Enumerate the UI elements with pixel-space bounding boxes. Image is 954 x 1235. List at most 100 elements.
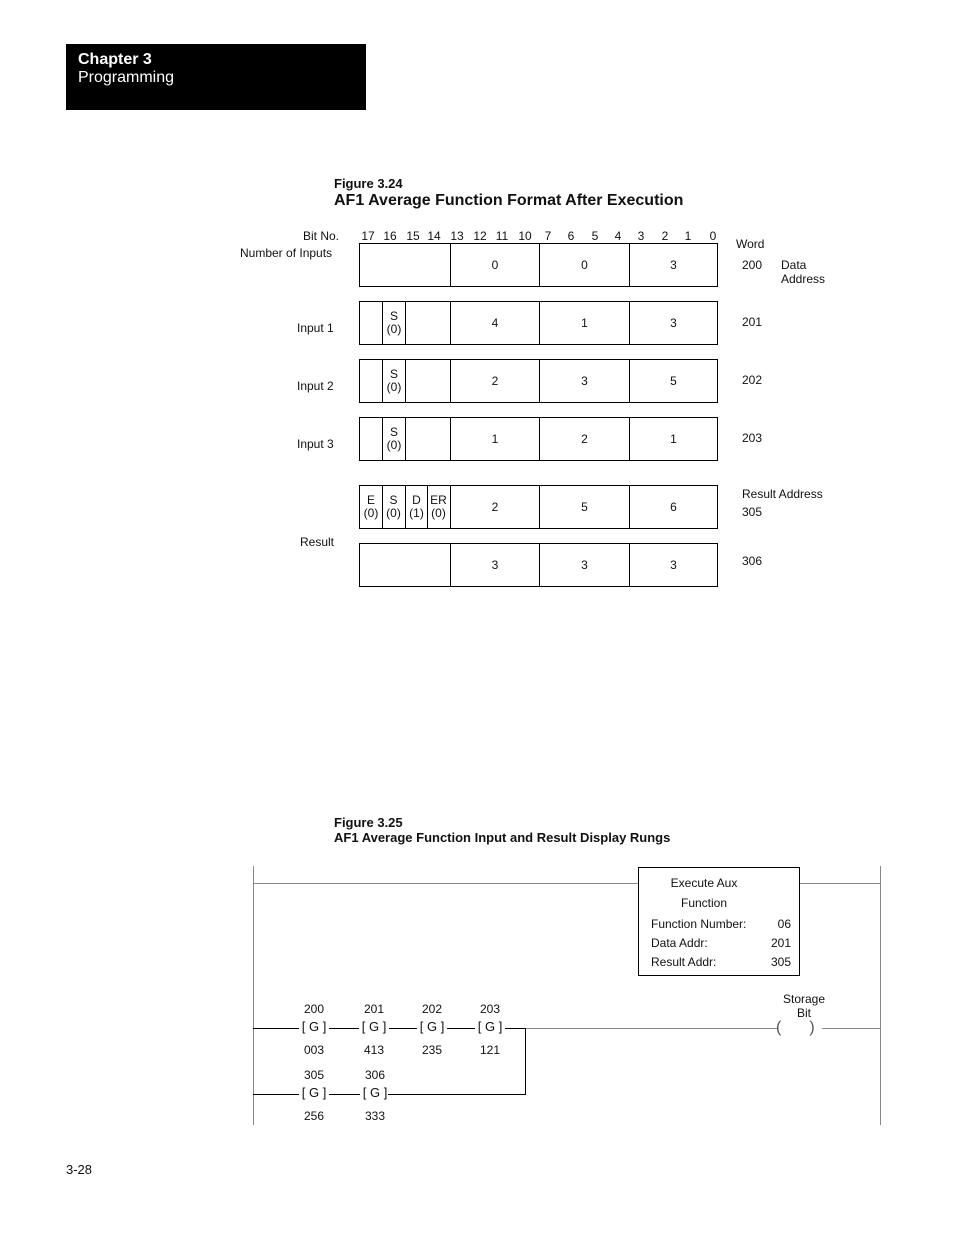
examine-contact-201[interactable]: [ G ] xyxy=(359,1019,389,1034)
figure-title: AF1 Average Function Format After Execut… xyxy=(334,192,684,209)
bit-number: 10 xyxy=(518,229,532,243)
bit-number: 16 xyxy=(383,229,397,243)
right-bracket: ] xyxy=(382,1019,387,1034)
data-word-box: S (0) 4 1 3 xyxy=(359,301,718,345)
examine-contact-200[interactable]: [ G ] xyxy=(299,1019,329,1034)
data-word-box: S (0) 2 3 5 xyxy=(359,359,718,403)
figure-number: Figure 3.24 xyxy=(334,176,403,191)
bcd-digit: 4 xyxy=(450,302,539,344)
bcd-digit: 3 xyxy=(629,302,717,344)
coil-label: Storage Bit xyxy=(783,992,826,1020)
right-bracket: ] xyxy=(322,1085,327,1100)
left-bracket: [ xyxy=(477,1019,482,1034)
examine-contact-203[interactable]: [ G ] xyxy=(475,1019,505,1034)
status-flag-e: E (0) xyxy=(363,493,379,520)
bcd-digit: 5 xyxy=(539,486,629,528)
bcd-digit: 6 xyxy=(629,486,717,528)
contact-address: 305 xyxy=(303,1068,325,1082)
bcd-digit: 3 xyxy=(539,360,629,402)
word-header: Word xyxy=(736,237,765,251)
bcd-digit: 1 xyxy=(450,418,539,460)
contact-address: 203 xyxy=(479,1002,501,1016)
function-block-title: Execute Aux Function xyxy=(670,876,738,910)
bit-number: 3 xyxy=(637,229,645,243)
bit-number: 1 xyxy=(684,229,692,243)
bit-number: 15 xyxy=(406,229,420,243)
figure-title: AF1 Average Function Input and Result Di… xyxy=(334,830,671,845)
bit-number: 4 xyxy=(614,229,622,243)
branch-wire xyxy=(525,1028,526,1095)
contact-address: 306 xyxy=(364,1068,386,1082)
rung-wire xyxy=(253,1028,299,1029)
contact-value: 256 xyxy=(303,1109,325,1123)
bit-number: 6 xyxy=(567,229,575,243)
contact-value: 413 xyxy=(363,1043,385,1057)
data-addr-row: Data Addr: 201 xyxy=(651,936,791,950)
rung-wire xyxy=(329,1028,359,1029)
contact-address: 202 xyxy=(421,1002,443,1016)
contact-address: 200 xyxy=(303,1002,325,1016)
examine-contact-202[interactable]: [ G ] xyxy=(417,1019,447,1034)
bcd-digit: 2 xyxy=(539,418,629,460)
data-word-box: 003 xyxy=(359,243,718,287)
bit-no-label: Bit No. xyxy=(303,229,340,243)
bcd-digit: 3 xyxy=(629,244,717,286)
word-address: 200 xyxy=(742,258,763,272)
bit-number: 5 xyxy=(591,229,599,243)
row-label: Number of Inputs xyxy=(240,246,333,260)
right-power-rail xyxy=(880,866,881,1125)
bit-number: 7 xyxy=(544,229,552,243)
status-flag-s: S (0) xyxy=(382,486,404,528)
left-bracket: [ xyxy=(419,1019,424,1034)
right-bracket: ] xyxy=(322,1019,327,1034)
bit-number: 11 xyxy=(495,229,509,243)
bcd-digit: 1 xyxy=(539,302,629,344)
status-flag-d: D (1) xyxy=(405,486,427,528)
left-bracket: [ xyxy=(301,1085,306,1100)
rung-wire xyxy=(253,1094,299,1095)
word-note: Data Address xyxy=(781,258,826,286)
contact-address: 201 xyxy=(363,1002,385,1016)
status-flag-er: ER (0) xyxy=(427,486,449,528)
data-word-box: 333 xyxy=(359,543,718,587)
left-bracket: [ xyxy=(362,1085,367,1100)
cell-divider xyxy=(405,418,406,460)
word-address: 306 xyxy=(742,554,763,568)
function-number-row: Function Number: 06 xyxy=(651,917,791,931)
left-bracket: [ xyxy=(361,1019,366,1034)
rung-wire xyxy=(447,1028,475,1029)
status-flag: S (0) xyxy=(382,302,405,344)
contact-value: 235 xyxy=(421,1043,443,1057)
data-word-box: S (0) 1 2 1 xyxy=(359,417,718,461)
row-label: Input 1 xyxy=(297,321,334,335)
bcd-digit: 0 xyxy=(539,244,629,286)
row-label: Input 3 xyxy=(297,437,334,451)
storage-bit-coil[interactable]: () xyxy=(776,1019,843,1037)
bcd-digit: 3 xyxy=(629,544,717,586)
word-address: 202 xyxy=(742,373,763,387)
contact-value: 003 xyxy=(303,1043,325,1057)
bit-number: 12 xyxy=(473,229,487,243)
rung-wire xyxy=(389,1028,417,1029)
examine-contact-305[interactable]: [ G ] xyxy=(299,1085,329,1100)
cell-divider xyxy=(405,302,406,344)
right-bracket: ] xyxy=(440,1019,445,1034)
bit-number: 14 xyxy=(427,229,441,243)
left-power-rail xyxy=(253,866,254,1125)
execute-aux-function-block[interactable]: Execute Aux Function Function Number: 06… xyxy=(638,867,800,976)
rung-wire xyxy=(329,1094,360,1095)
bit-number: 13 xyxy=(450,229,464,243)
word-address: 201 xyxy=(742,315,763,329)
page-number: 3-28 xyxy=(66,1162,93,1177)
row-label: Result xyxy=(300,535,335,549)
right-bracket: ] xyxy=(498,1019,503,1034)
status-flag: S (0) xyxy=(382,418,405,460)
result-addr-row: Result Addr: 305 xyxy=(651,955,791,969)
bcd-digit: 2 xyxy=(450,360,539,402)
chapter-number: Chapter 3 xyxy=(78,51,152,68)
examine-contact-306[interactable]: [ G ] xyxy=(360,1085,390,1100)
contact-value: 333 xyxy=(364,1109,386,1123)
word-note: Result Address xyxy=(742,487,823,501)
word-address: 305 xyxy=(742,505,763,519)
right-bracket: ] xyxy=(383,1085,388,1100)
